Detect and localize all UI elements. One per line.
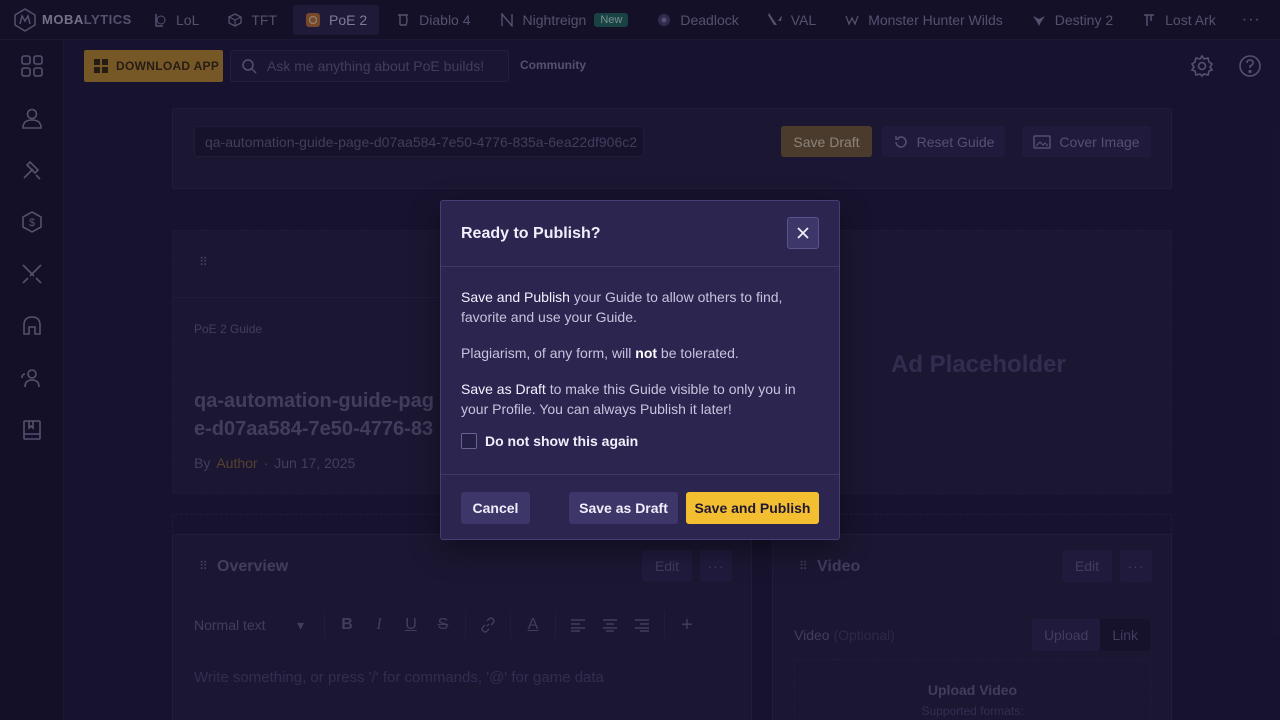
close-button[interactable] — [787, 217, 819, 249]
publish-modal: Ready to Publish? Save and Publish your … — [440, 200, 840, 540]
publish-description: Save and Publish your Guide to allow oth… — [461, 287, 821, 327]
plagiarism-warning: Plagiarism, of any form, will not be tol… — [461, 343, 821, 363]
draft-description: Save as Draft to make this Guide visible… — [461, 379, 821, 419]
save-as-draft-button[interactable]: Save as Draft — [569, 492, 678, 524]
close-icon — [797, 227, 809, 239]
save-publish-term: Save and Publish — [461, 289, 570, 305]
modal-body: Save and Publish your Guide to allow oth… — [461, 287, 821, 451]
modal-title: Ready to Publish? — [461, 225, 601, 242]
modal-footer: Cancel Save as Draft Save and Publish — [441, 474, 839, 540]
do-not-show-label[interactable]: Do not show this again — [485, 431, 638, 451]
save-and-publish-button[interactable]: Save and Publish — [686, 492, 819, 524]
plagiarism-emphasis: not — [635, 345, 658, 361]
do-not-show-checkbox[interactable] — [461, 433, 477, 449]
plagiarism-text-c: be tolerated. — [657, 345, 739, 361]
do-not-show-row[interactable]: Do not show this again — [461, 431, 821, 451]
plagiarism-text-a: Plagiarism, of any form, will — [461, 345, 636, 361]
cancel-button[interactable]: Cancel — [461, 492, 530, 524]
modal-header: Ready to Publish? — [441, 201, 839, 267]
save-draft-term: Save as Draft — [461, 381, 546, 397]
